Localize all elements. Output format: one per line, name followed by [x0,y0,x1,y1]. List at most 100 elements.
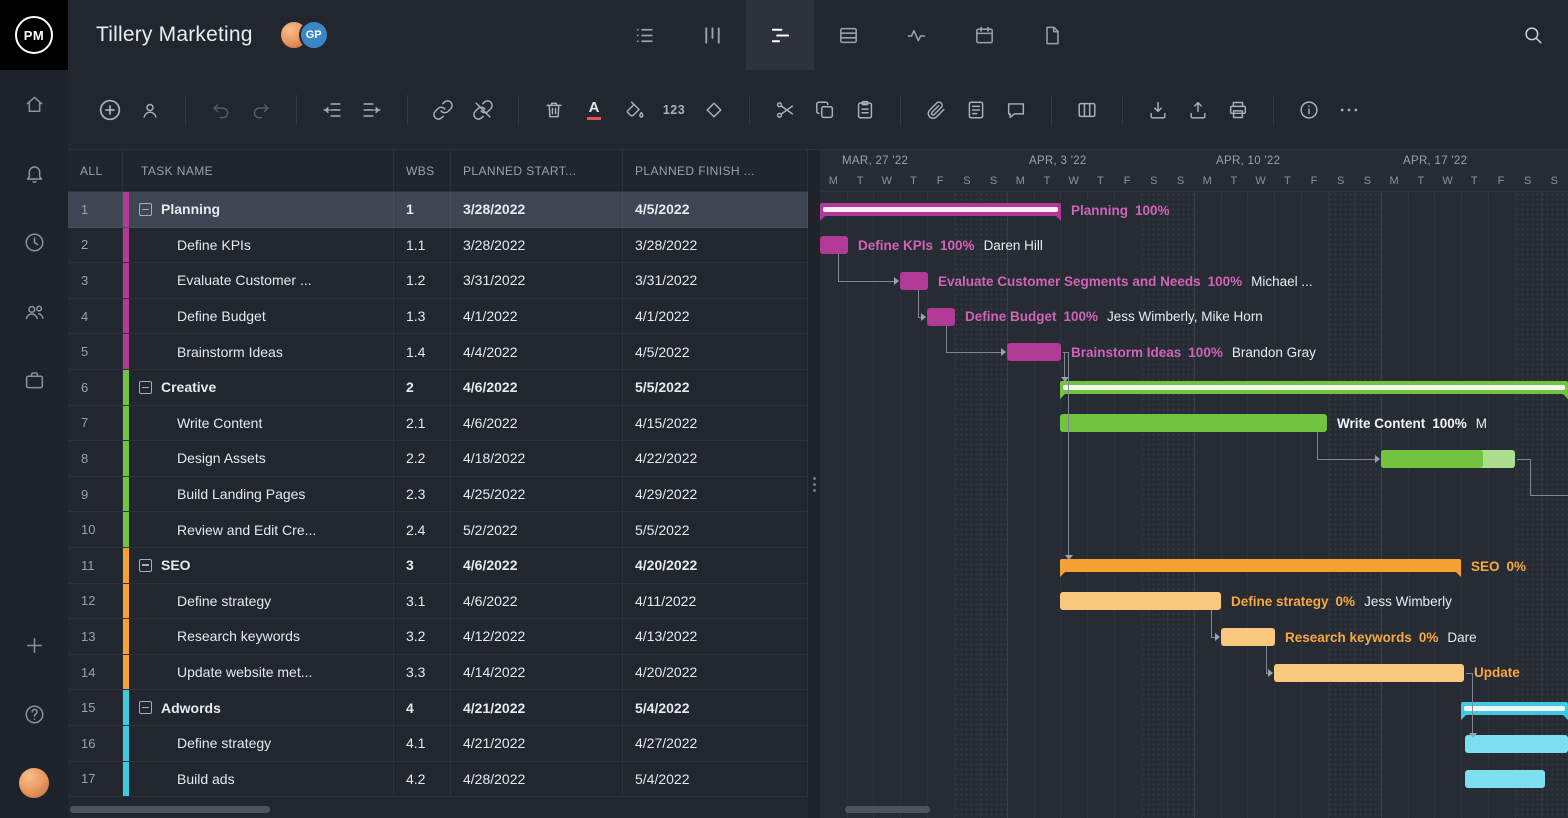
sidebar-team-button[interactable] [0,277,68,346]
task-row[interactable]: 12Define strategy3.14/6/20224/11/2022 [68,584,808,620]
toolbar-import-button[interactable] [1138,88,1178,132]
task-row[interactable]: 15Adwords44/21/20225/4/2022 [68,690,808,726]
task-row[interactable]: 17Build ads4.24/28/20225/4/2022 [68,762,808,798]
column-header-planned-finish[interactable]: PLANNED FINISH ... [623,150,808,191]
toolbar-fill-color-button[interactable] [614,88,654,132]
gantt-task-bar[interactable] [1060,592,1221,610]
gantt-view-tab[interactable] [746,0,814,70]
calendar-view-tab[interactable] [950,0,1018,70]
toolbar-outdent-button[interactable] [312,88,352,132]
toolbar-redo-button[interactable] [241,88,281,132]
toolbar-export-button[interactable] [1178,88,1218,132]
toolbar-copy-button[interactable] [805,88,845,132]
toolbar-attach-file-button[interactable] [916,88,956,132]
column-header-all[interactable]: ALL [68,150,123,191]
task-row[interactable]: 3Evaluate Customer ...1.23/31/20223/31/2… [68,263,808,299]
collapse-icon[interactable] [139,381,152,394]
gantt-summary-bar[interactable] [820,203,1061,216]
activity-view-tab[interactable] [882,0,950,70]
sidebar-add-button[interactable] [0,611,68,680]
collapse-icon[interactable] [139,559,152,572]
gantt-task-bar[interactable] [1007,343,1061,361]
toolbar-paste-button[interactable] [845,88,885,132]
sidebar-time-button[interactable] [0,208,68,277]
sidebar-notifications-button[interactable] [0,139,68,208]
toolbar-add-task-button[interactable] [90,88,130,132]
task-row[interactable]: 10Review and Edit Cre...2.45/2/20225/5/2… [68,512,808,548]
toolbar-info-button[interactable] [1289,88,1329,132]
chart-scrollbar-thumb[interactable] [845,806,930,813]
toolbar-more-button[interactable] [1329,88,1369,132]
toolbar-indent-button[interactable] [352,88,392,132]
task-row[interactable]: 11SEO34/6/20224/20/2022 [68,548,808,584]
task-name: Build ads [177,771,235,787]
collapse-icon[interactable] [139,203,152,216]
collapse-icon[interactable] [139,701,152,714]
toolbar-number-format-button[interactable]: 123 [654,88,694,132]
gantt-summary-bar[interactable] [1060,381,1568,394]
toolbar-font-color-button[interactable]: A [574,88,614,132]
task-row[interactable]: 4Define Budget1.34/1/20224/1/2022 [68,299,808,335]
toolbar-group [312,88,392,132]
column-header-wbs[interactable]: WBS [394,150,451,191]
gantt-task-bar[interactable] [820,236,848,254]
gantt-summary-bar[interactable] [1461,702,1568,715]
gantt-task-bar[interactable] [1221,628,1275,646]
gantt-task-bar[interactable] [1465,735,1568,753]
row-number: 7 [68,406,123,441]
export-icon [1187,99,1209,121]
sidebar-help-button[interactable] [0,680,68,749]
gantt-summary-bar[interactable] [1060,559,1461,572]
gantt-task-bar[interactable] [1465,770,1545,788]
toolbar-comment-button[interactable] [996,88,1036,132]
toolbar-unlink-tasks-button[interactable] [463,88,503,132]
task-row[interactable]: 2Define KPIs1.13/28/20223/28/2022 [68,228,808,264]
gantt-task-bar[interactable] [1060,414,1327,432]
column-header-task-name[interactable]: TASK NAME [129,150,394,191]
toolbar-cut-button[interactable] [765,88,805,132]
app-logo[interactable]: PM [0,0,68,70]
sidebar-home-button[interactable] [0,70,68,139]
list-view-tab[interactable] [610,0,678,70]
toolbar-milestone-button[interactable] [694,88,734,132]
toolbar-assign-user-button[interactable] [130,88,170,132]
task-row[interactable]: 16Define strategy4.14/21/20224/27/2022 [68,726,808,762]
toolbar-delete-button[interactable] [534,88,574,132]
task-row[interactable]: 8Design Assets2.24/18/20224/22/2022 [68,441,808,477]
toolbar-notes-button[interactable] [956,88,996,132]
dependency-connector [1266,646,1267,673]
project-members[interactable]: GP [279,20,329,50]
task-row[interactable]: 9Build Landing Pages2.34/25/20224/29/202… [68,477,808,513]
task-row[interactable]: 5Brainstorm Ideas1.44/4/20224/5/2022 [68,334,808,370]
search-button[interactable] [1522,24,1544,46]
gantt-task-bar[interactable] [1381,450,1515,468]
doc-view-tab[interactable] [1018,0,1086,70]
gantt-task-bar[interactable] [927,308,955,326]
member-badge[interactable]: GP [299,20,329,50]
table-scrollbar-thumb[interactable] [70,806,270,813]
row-number: 13 [68,619,123,654]
toolbar-divider [1122,95,1123,125]
task-name: Review and Edit Cre... [177,522,316,538]
gantt-task-bar[interactable] [1274,664,1464,682]
toolbar-print-button[interactable] [1218,88,1258,132]
user-avatar[interactable] [19,768,49,798]
toolbar-link-tasks-button[interactable] [423,88,463,132]
gantt-task-bar[interactable] [900,272,928,290]
dependency-connector [1064,352,1065,377]
wbs-cell: 2.4 [394,512,451,547]
task-row[interactable]: 14Update website met...3.34/14/20224/20/… [68,655,808,691]
help-icon [23,703,46,726]
task-row[interactable]: 6Creative24/6/20225/5/2022 [68,370,808,406]
panel-splitter[interactable] [808,150,820,818]
sidebar-portfolio-button[interactable] [0,346,68,415]
task-row[interactable]: 7Write Content2.14/6/20224/15/2022 [68,406,808,442]
column-header-planned-start[interactable]: PLANNED START... [451,150,623,191]
toolbar-group [1289,88,1369,132]
task-row[interactable]: 13Research keywords3.24/12/20224/13/2022 [68,619,808,655]
toolbar-columns-button[interactable] [1067,88,1107,132]
toolbar-undo-button[interactable] [201,88,241,132]
sheet-view-tab[interactable] [814,0,882,70]
task-row[interactable]: 1Planning13/28/20224/5/2022 [68,192,808,228]
board-view-tab[interactable] [678,0,746,70]
